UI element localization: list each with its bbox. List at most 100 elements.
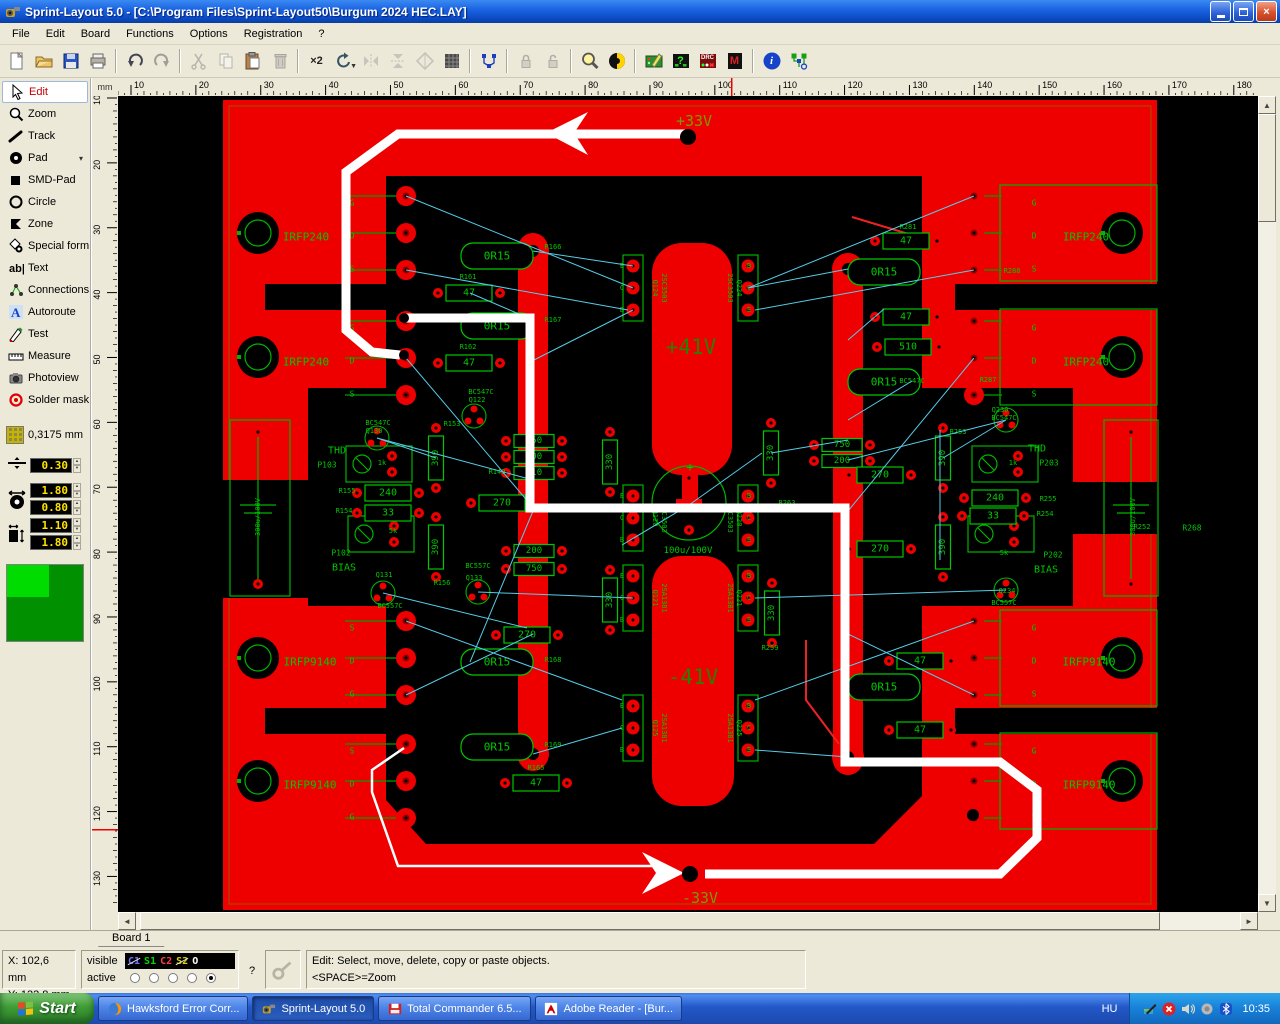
- toolbar-flip-button[interactable]: [411, 48, 438, 75]
- tool-pad[interactable]: Pad ▾: [2, 147, 88, 169]
- toolbar-print-button[interactable]: [84, 48, 111, 75]
- tool-smd-pad[interactable]: SMD-Pad: [2, 169, 88, 191]
- menu-item-file[interactable]: File: [4, 25, 38, 43]
- toolbar-paste-button[interactable]: [239, 48, 266, 75]
- layer-visible-c2[interactable]: C2: [160, 956, 172, 967]
- restore-button[interactable]: [1233, 1, 1254, 22]
- minimize-button[interactable]: [1210, 1, 1231, 22]
- toolbar-photoview-button[interactable]: [603, 48, 630, 75]
- toolbar-mirror-h-button[interactable]: [357, 48, 384, 75]
- tool-track[interactable]: Track: [2, 125, 88, 147]
- pcb-canvas[interactable]: +33V -33V +41V -41V 100u/100V + IRFP240 IRFP240…: [118, 96, 1258, 912]
- toolbar-duplicate-button[interactable]: ×2: [303, 48, 330, 75]
- tool-measure[interactable]: Measure: [2, 345, 88, 367]
- taskbar-task-sprint[interactable]: Sprint-Layout 5.0: [252, 996, 375, 1021]
- smd-tool-icon: [11, 176, 20, 185]
- grid-setting[interactable]: 0,3175 mm: [0, 423, 90, 447]
- toolbar-autocheck-button[interactable]: ?: [667, 48, 694, 75]
- active-layer-radios[interactable]: [125, 970, 235, 986]
- menu-item-options[interactable]: Options: [182, 25, 236, 43]
- board-tab[interactable]: Board 1: [98, 931, 165, 947]
- tray-volume-icon[interactable]: [1180, 1001, 1195, 1016]
- toolbar-macro-button[interactable]: M: [721, 48, 748, 75]
- toolbar-route-button[interactable]: [475, 48, 502, 75]
- layer-active-c2[interactable]: [168, 972, 178, 983]
- layer-visibility[interactable]: C1 S1 C2 S2 O: [125, 953, 235, 970]
- toolbar-rotate-button[interactable]: ▼: [330, 48, 357, 75]
- layer-active-s1[interactable]: [149, 972, 159, 983]
- menu-item-edit[interactable]: Edit: [38, 25, 73, 43]
- toolbar-open-button[interactable]: [30, 48, 57, 75]
- tool-connections[interactable]: Connections: [2, 279, 89, 301]
- layer-help[interactable]: ?: [244, 950, 260, 991]
- smd-size-value-0[interactable]: 1.10: [30, 518, 72, 533]
- toolbar-lock-button[interactable]: [512, 48, 539, 75]
- pad-size-value-1[interactable]: 0.80: [30, 500, 72, 515]
- taskbar-task-tc[interactable]: Total Commander 6.5...: [378, 996, 531, 1021]
- tray-security-alert-icon[interactable]: [1161, 1001, 1176, 1016]
- toolbar-info-button[interactable]: i: [758, 48, 785, 75]
- menu-item-registration[interactable]: Registration: [236, 25, 311, 43]
- toolbar-footprint-button[interactable]: [785, 48, 812, 75]
- tool-zone[interactable]: Zone: [2, 213, 88, 235]
- toolbar-new-button[interactable]: [3, 48, 30, 75]
- toolbar-raster-button[interactable]: [438, 48, 465, 75]
- tool-solder-mask[interactable]: Solder mask: [2, 389, 89, 411]
- scroll-left-button[interactable]: ◄: [118, 912, 136, 930]
- track-width-value-0[interactable]: 0.30: [30, 457, 72, 473]
- tool-test[interactable]: Test: [2, 323, 88, 345]
- layer-visible-s1[interactable]: S1: [144, 956, 156, 967]
- smd-size-value-1[interactable]: 1.80: [30, 535, 72, 550]
- close-button[interactable]: ×: [1256, 1, 1277, 22]
- layer-active-o[interactable]: [206, 972, 216, 983]
- tool-text[interactable]: ab| Text: [2, 257, 88, 279]
- layer-color-swatch[interactable]: [6, 564, 84, 642]
- tool-circle[interactable]: Circle: [2, 191, 88, 213]
- tray-tablet-pen-icon[interactable]: [1142, 1001, 1157, 1016]
- scroll-up-button[interactable]: ▲: [1258, 96, 1276, 114]
- layer-active-s2[interactable]: [187, 972, 197, 983]
- pad-dropdown-arrow[interactable]: ▾: [79, 154, 83, 163]
- tray-update-icon[interactable]: [1199, 1001, 1214, 1016]
- toolbar-undo-button[interactable]: [121, 48, 148, 75]
- svg-text:D: D: [1032, 657, 1037, 666]
- toolbar-save-button[interactable]: [57, 48, 84, 75]
- scroll-down-button[interactable]: ▼: [1258, 894, 1276, 912]
- toolbar-unlock-button[interactable]: [539, 48, 566, 75]
- tool-autoroute[interactable]: A Autoroute: [2, 301, 88, 323]
- tool-zoom[interactable]: Zoom: [2, 103, 88, 125]
- menu-item-board[interactable]: Board: [73, 25, 118, 43]
- toolbar-copy-button[interactable]: [212, 48, 239, 75]
- tool-edit[interactable]: Edit: [2, 81, 88, 103]
- toolbar-testmode-button[interactable]: [640, 48, 667, 75]
- toolbar-redo-button[interactable]: [148, 48, 175, 75]
- layer-visible-c1[interactable]: C1: [128, 956, 140, 967]
- title-bar[interactable]: Sprint-Layout 5.0 - [C:\Program Files\Sp…: [0, 0, 1280, 23]
- toolbar-zoom-button[interactable]: [576, 48, 603, 75]
- taskbar-task-adobe[interactable]: Adobe Reader - [Bur...: [534, 996, 683, 1021]
- smd-size-spinner[interactable]: ▲ ▼: [73, 535, 81, 550]
- taskbar-task-firefox[interactable]: Hawksford Error Corr...: [98, 996, 249, 1021]
- pad-size-spinner[interactable]: ▲ ▼: [73, 483, 81, 498]
- layer-visible-o[interactable]: O: [192, 956, 198, 967]
- toolbar-drc-button[interactable]: DRC: [694, 48, 721, 75]
- menu-item-functions[interactable]: Functions: [118, 25, 182, 43]
- pad-size-spinner[interactable]: ▲ ▼: [73, 500, 81, 515]
- smd-size-spinner[interactable]: ▲ ▼: [73, 518, 81, 533]
- layer-visible-s2[interactable]: S2: [176, 956, 188, 967]
- menu-item-[interactable]: ?: [310, 25, 332, 43]
- tool-photoview[interactable]: Photoview: [2, 367, 88, 389]
- toolbar-cut-button[interactable]: [185, 48, 212, 75]
- horizontal-scroll-thumb[interactable]: [140, 912, 1160, 930]
- vertical-scroll-thumb[interactable]: [1258, 114, 1276, 222]
- start-button[interactable]: Start: [0, 993, 94, 1024]
- pad-size-value-0[interactable]: 1.80: [30, 483, 72, 498]
- track-width-spinner[interactable]: ▲ ▼: [73, 457, 81, 473]
- scroll-right-button[interactable]: ►: [1240, 912, 1258, 930]
- language-indicator[interactable]: HU: [1090, 1003, 1130, 1015]
- toolbar-delete-button[interactable]: [266, 48, 293, 75]
- toolbar-mirror-v-button[interactable]: [384, 48, 411, 75]
- tray-bluetooth-icon[interactable]: [1218, 1001, 1233, 1016]
- tool-special-form[interactable]: Special form: [2, 235, 89, 257]
- layer-active-c1[interactable]: [130, 972, 140, 983]
